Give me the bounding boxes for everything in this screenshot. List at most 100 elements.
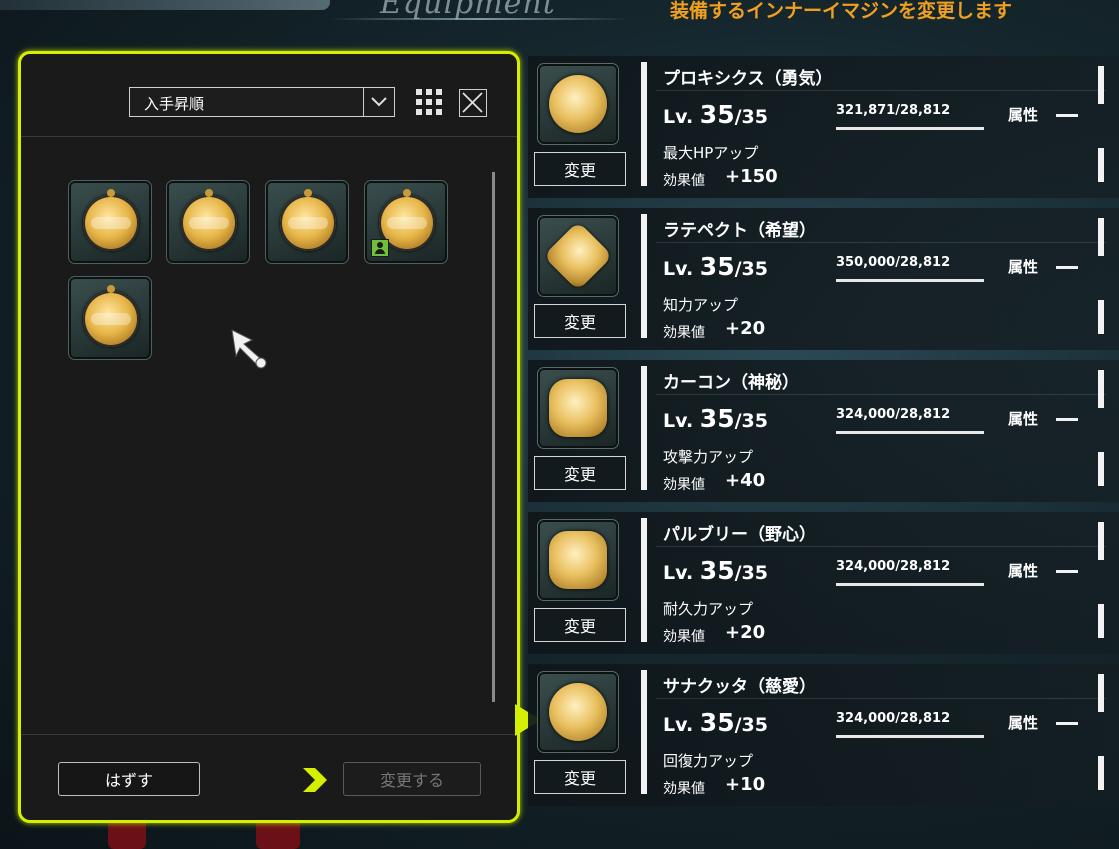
row-divider — [641, 366, 647, 490]
imagine-name: カーコン（神秘） — [663, 373, 799, 393]
equipped-person-icon — [371, 239, 389, 257]
gold-medal-icon — [181, 189, 237, 251]
attribute-label: 属性 — [1008, 410, 1039, 428]
level-max: /35 — [734, 714, 768, 736]
row-edge-marker — [1098, 218, 1104, 256]
imagine-item-slot[interactable] — [68, 276, 152, 360]
hope-medal-icon — [543, 221, 613, 291]
level-display: Lv. 35/35 — [663, 100, 768, 129]
level-value: 35 — [699, 252, 735, 281]
equipment-slot-row: 変更 プロキシクス（勇気） Lv. 35/35 321,871/28,812 属… — [528, 56, 1119, 198]
effect-name: 耐久力アップ — [663, 600, 754, 618]
row-edge-marker — [1098, 370, 1104, 408]
row-edge-marker — [1098, 148, 1104, 182]
attribute-label: 属性 — [1008, 562, 1039, 580]
name-underline — [656, 698, 1106, 699]
gold-medal-icon — [83, 189, 139, 251]
gold-medal-icon — [280, 189, 336, 251]
exp-value: 350,000/28,812 — [836, 255, 951, 270]
courage-medal-icon — [549, 75, 607, 133]
equipment-slot-row: 変更 ラテペクト（希望） Lv. 35/35 350,000/28,812 属性… — [528, 208, 1119, 350]
imagine-item-slot[interactable] — [364, 180, 448, 264]
level-value: 35 — [699, 100, 735, 129]
chevron-down-icon[interactable] — [363, 88, 394, 116]
change-button[interactable]: 変更 — [534, 152, 626, 186]
attribute-label: 属性 — [1008, 106, 1039, 124]
effect-value-label: 効果値 — [663, 781, 705, 797]
level-value: 35 — [699, 708, 735, 737]
row-divider — [641, 62, 647, 186]
panel-divider — [21, 136, 517, 137]
level-max: /35 — [734, 106, 768, 128]
row-edge-marker — [1098, 674, 1104, 712]
exp-value: 324,000/28,812 — [836, 711, 951, 726]
effect-name: 最大HPアップ — [663, 144, 759, 162]
exp-value: 324,000/28,812 — [836, 559, 951, 574]
grid-view-icon[interactable] — [416, 89, 442, 115]
exp-bar — [836, 583, 984, 586]
row-divider — [641, 518, 647, 642]
effect-name: 回復力アップ — [663, 752, 754, 770]
effect-value-label: 効果値 — [663, 173, 705, 189]
love-medal-icon — [549, 683, 607, 741]
sort-dropdown-label: 入手昇順 — [144, 95, 205, 113]
equipment-slot-row: 変更 サナクッタ（慈愛） Lv. 35/35 324,000/28,812 属性… — [528, 664, 1119, 806]
equipped-imagine-slot[interactable] — [537, 519, 619, 601]
name-underline — [656, 546, 1106, 547]
row-edge-marker — [1098, 756, 1104, 790]
equipped-imagine-slot[interactable] — [537, 367, 619, 449]
effect-value: +20 — [725, 318, 766, 339]
change-button[interactable]: 変更 — [534, 608, 626, 642]
sort-dropdown[interactable]: 入手昇順 — [129, 87, 395, 117]
header-message: 装備するインナーイマジンを変更します — [670, 0, 1013, 22]
row-edge-marker — [1098, 66, 1104, 104]
name-underline — [656, 394, 1106, 395]
effect-value: +150 — [725, 166, 778, 187]
equipped-imagine-slot[interactable] — [537, 63, 619, 145]
attribute-none-icon — [1056, 418, 1078, 421]
level-prefix: Lv. — [663, 258, 694, 280]
effect-value: +10 — [725, 774, 766, 795]
imagine-select-panel: 入手昇順 はずす 変更する — [18, 51, 520, 823]
page-title: Equipment — [380, 0, 556, 21]
imagine-item-slot[interactable] — [265, 180, 349, 264]
mystery-medal-icon — [549, 379, 607, 437]
imagine-name: パルブリー（野心） — [663, 525, 816, 545]
change-button[interactable]: 変更 — [534, 304, 626, 338]
row-divider — [641, 670, 647, 794]
change-button[interactable]: 変更 — [534, 456, 626, 490]
exp-bar — [836, 735, 984, 738]
level-prefix: Lv. — [663, 410, 694, 432]
scrollbar[interactable] — [492, 172, 495, 702]
confirm-change-button[interactable]: 変更する — [343, 762, 481, 796]
equipped-imagine-slot[interactable] — [537, 215, 619, 297]
row-edge-marker — [1098, 604, 1104, 638]
imagine-item-slot[interactable] — [68, 180, 152, 264]
level-display: Lv. 35/35 — [663, 556, 768, 585]
effect-name: 攻撃力アップ — [663, 448, 754, 466]
equipped-imagine-slot[interactable] — [537, 671, 619, 753]
imagine-name: サナクッタ（慈愛） — [663, 677, 816, 697]
level-display: Lv. 35/35 — [663, 404, 768, 433]
close-icon — [462, 92, 483, 113]
imagine-item-slot[interactable] — [166, 180, 250, 264]
exp-bar — [836, 127, 984, 130]
level-max: /35 — [734, 562, 768, 584]
ambition-medal-icon — [549, 531, 607, 589]
equipment-slot-row: 変更 パルブリー（野心） Lv. 35/35 324,000/28,812 属性… — [528, 512, 1119, 654]
header-bar — [0, 0, 330, 10]
change-button[interactable]: 変更 — [534, 760, 626, 794]
level-prefix: Lv. — [663, 714, 694, 736]
name-underline — [656, 242, 1106, 243]
effect-value: +40 — [725, 470, 766, 491]
gold-medal-icon — [83, 285, 139, 347]
effect-value-label: 効果値 — [663, 629, 705, 645]
remove-button[interactable]: はずす — [58, 762, 200, 796]
level-max: /35 — [734, 410, 768, 432]
row-edge-marker — [1098, 300, 1104, 334]
close-button[interactable] — [459, 89, 487, 117]
level-max: /35 — [734, 258, 768, 280]
chevron-right-icon — [303, 768, 327, 792]
equipment-slot-row: 変更 カーコン（神秘） Lv. 35/35 324,000/28,812 属性 … — [528, 360, 1119, 502]
attribute-none-icon — [1056, 114, 1078, 117]
